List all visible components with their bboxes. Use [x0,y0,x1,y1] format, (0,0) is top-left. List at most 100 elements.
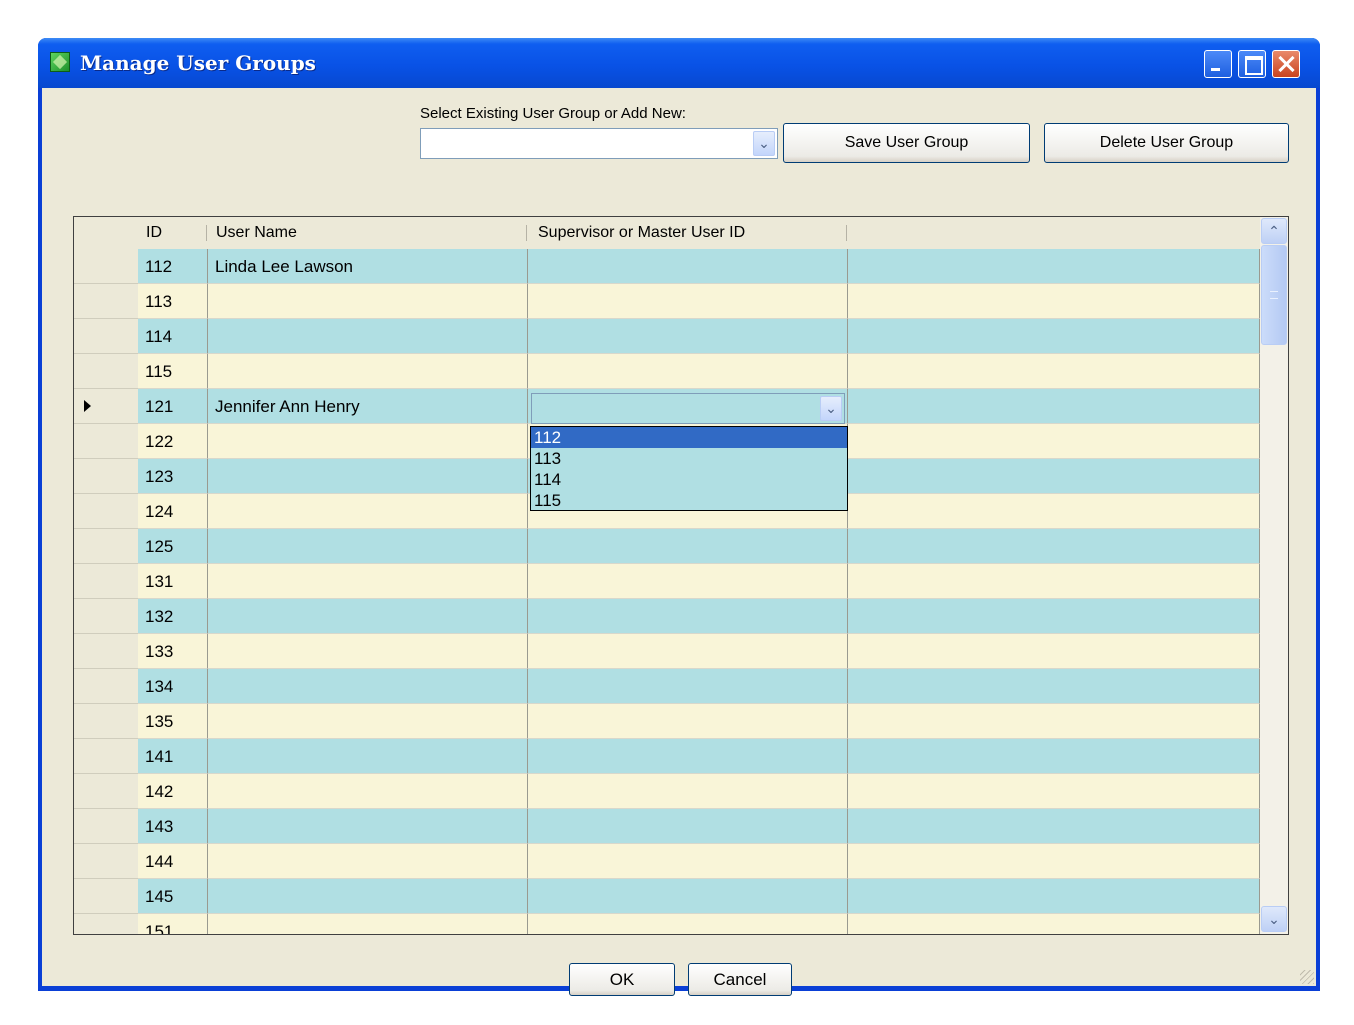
cell-supervisor[interactable] [528,704,848,739]
table-row[interactable]: 145 [74,879,1260,914]
row-header[interactable] [74,634,138,669]
cell-user-name[interactable] [208,669,528,704]
cell-id[interactable]: 113 [138,284,208,319]
close-icon[interactable] [1272,50,1300,78]
dropdown-option[interactable]: 115 [531,490,847,511]
vertical-scrollbar[interactable]: ⌃ ⌄ [1260,217,1288,934]
cell-supervisor[interactable] [528,739,848,774]
cell-extra[interactable] [848,809,1260,844]
cell-id[interactable]: 134 [138,669,208,704]
cell-id[interactable]: 133 [138,634,208,669]
table-row[interactable]: 113 [74,284,1260,319]
title-bar[interactable]: Manage User Groups [38,38,1320,88]
cell-user-name[interactable] [208,284,528,319]
cell-extra[interactable] [848,739,1260,774]
row-header[interactable] [74,284,138,319]
cell-supervisor[interactable] [528,319,848,354]
row-header[interactable] [74,669,138,704]
cell-id[interactable]: 114 [138,319,208,354]
cell-extra[interactable] [848,704,1260,739]
maximize-icon[interactable] [1238,50,1266,78]
cell-extra[interactable] [848,774,1260,809]
cell-extra[interactable] [848,354,1260,389]
cell-id[interactable]: 121 [138,389,208,424]
supervisor-edit-combo[interactable]: ⌄ [531,393,845,424]
row-header[interactable] [74,389,138,424]
cell-extra[interactable] [848,284,1260,319]
row-header[interactable] [74,459,138,494]
cell-id[interactable]: 144 [138,844,208,879]
cell-extra[interactable] [848,319,1260,354]
cell-supervisor[interactable] [528,284,848,319]
cell-supervisor[interactable] [528,809,848,844]
cell-id[interactable]: 122 [138,424,208,459]
cell-user-name[interactable] [208,494,528,529]
cell-extra[interactable] [848,424,1260,459]
cell-user-name[interactable] [208,599,528,634]
save-user-group-button[interactable]: Save User Group [783,123,1030,163]
cell-extra[interactable] [848,249,1260,284]
table-row[interactable]: 114 [74,319,1260,354]
column-header-supervisor[interactable]: Supervisor or Master User ID [538,217,745,249]
table-row[interactable]: 112 Linda Lee Lawson [74,249,1260,284]
column-header-id[interactable]: ID [146,217,162,249]
cell-id[interactable]: 141 [138,739,208,774]
cell-extra[interactable] [848,459,1260,494]
cell-extra[interactable] [848,914,1260,934]
table-row[interactable]: 131 [74,564,1260,599]
cell-supervisor[interactable] [528,914,848,934]
cell-user-name[interactable] [208,879,528,914]
table-row[interactable]: 141 [74,739,1260,774]
cell-extra[interactable] [848,634,1260,669]
scroll-thumb[interactable] [1261,245,1287,345]
cell-extra[interactable] [848,389,1260,424]
delete-user-group-button[interactable]: Delete User Group [1044,123,1289,163]
user-group-combo[interactable]: ⌄ [420,128,778,159]
row-header[interactable] [74,879,138,914]
cell-id[interactable]: 115 [138,354,208,389]
cell-id[interactable]: 143 [138,809,208,844]
cell-supervisor[interactable] [528,879,848,914]
table-row[interactable]: 115 [74,354,1260,389]
row-header[interactable] [74,739,138,774]
table-row[interactable]: 125 [74,529,1260,564]
cell-id[interactable]: 112 [138,249,208,284]
row-header[interactable] [74,704,138,739]
cell-user-name[interactable] [208,354,528,389]
supervisor-dropdown-list[interactable]: 112 113 114 115 [530,426,848,511]
row-header[interactable] [74,809,138,844]
table-row[interactable]: 133 [74,634,1260,669]
cell-id[interactable]: 145 [138,879,208,914]
resize-grip-icon[interactable] [1300,970,1314,984]
column-header-user-name[interactable]: User Name [216,217,297,249]
cell-user-name[interactable] [208,424,528,459]
cell-supervisor[interactable] [528,249,848,284]
row-header[interactable] [74,529,138,564]
cell-id[interactable]: 124 [138,494,208,529]
cancel-button[interactable]: Cancel [688,963,792,996]
cell-user-name[interactable] [208,564,528,599]
dropdown-arrow-icon[interactable]: ⌄ [820,396,842,421]
cell-id[interactable]: 131 [138,564,208,599]
cell-user-name[interactable] [208,459,528,494]
row-header[interactable] [74,599,138,634]
cell-supervisor[interactable] [528,529,848,564]
row-header[interactable] [74,249,138,284]
cell-id[interactable]: 132 [138,599,208,634]
cell-user-name[interactable] [208,529,528,564]
scroll-up-icon[interactable]: ⌃ [1261,218,1287,244]
cell-user-name[interactable] [208,809,528,844]
dropdown-option[interactable]: 112 [531,427,847,448]
cell-supervisor[interactable] [528,844,848,879]
cell-user-name[interactable] [208,739,528,774]
cell-user-name[interactable] [208,704,528,739]
cell-user-name[interactable] [208,319,528,354]
cell-extra[interactable] [848,494,1260,529]
row-header[interactable] [74,844,138,879]
row-header[interactable] [74,424,138,459]
dropdown-option[interactable]: 114 [531,469,847,490]
row-header[interactable] [74,774,138,809]
cell-extra[interactable] [848,564,1260,599]
cell-user-name[interactable] [208,844,528,879]
row-header[interactable] [74,494,138,529]
